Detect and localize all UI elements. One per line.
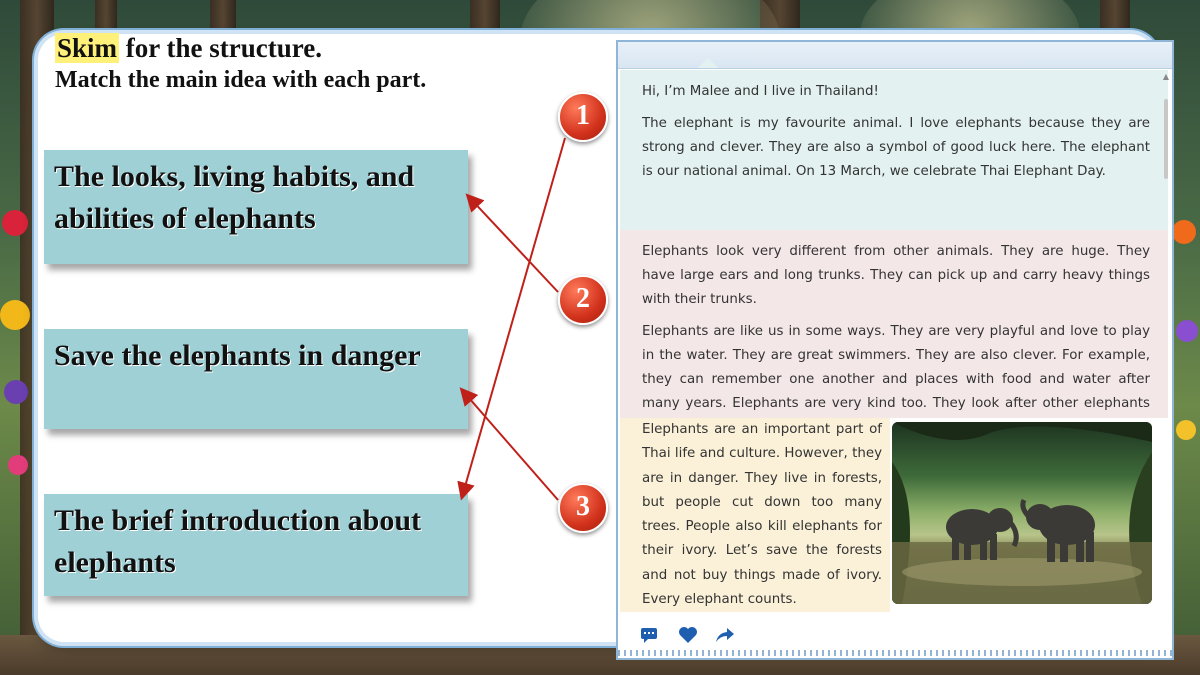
elephant-photo: [892, 422, 1152, 604]
main-idea-box-2[interactable]: Save the elephants in danger: [44, 329, 468, 429]
intro-paragraph: The elephant is my favourite animal. I l…: [642, 116, 1150, 179]
danger-paragraph: Elephants are an important part of Thai …: [620, 418, 890, 612]
instruction-subtitle: Match the main idea with each part.: [55, 67, 427, 93]
part-number-badge-2: 2: [558, 275, 608, 325]
panel-header: [618, 42, 1172, 69]
footer-divider: [618, 650, 1172, 656]
reading-part-3: Elephants are an important part of Thai …: [620, 418, 1168, 614]
title-rest: for the structure.: [119, 33, 322, 63]
main-idea-box-1[interactable]: The looks, living habits, and abilities …: [44, 150, 468, 264]
part-number-badge-3: 3: [558, 483, 608, 533]
reading-panel: Hi, I’m Malee and I live in Thailand! Th…: [616, 40, 1174, 660]
share-icon[interactable]: [714, 626, 736, 649]
reading-part-1: Hi, I’m Malee and I live in Thailand! Th…: [620, 70, 1168, 230]
panel-scrollbar[interactable]: ▲: [1162, 72, 1170, 632]
comment-icon[interactable]: [640, 626, 660, 649]
skim-highlight: Skim: [55, 33, 120, 63]
reading-part-2: Elephants look very different from other…: [620, 230, 1168, 450]
looks-paragraph: Elephants look very different from other…: [642, 244, 1150, 307]
panel-footer: [618, 622, 1172, 658]
page-title: Skim for the structure.: [55, 33, 322, 64]
intro-greeting: Hi, I’m Malee and I live in Thailand!: [642, 84, 879, 99]
part-number-badge-1: 1: [558, 92, 608, 142]
main-idea-box-3[interactable]: The brief introduction about elephants: [44, 494, 468, 596]
heart-icon[interactable]: [678, 626, 698, 649]
